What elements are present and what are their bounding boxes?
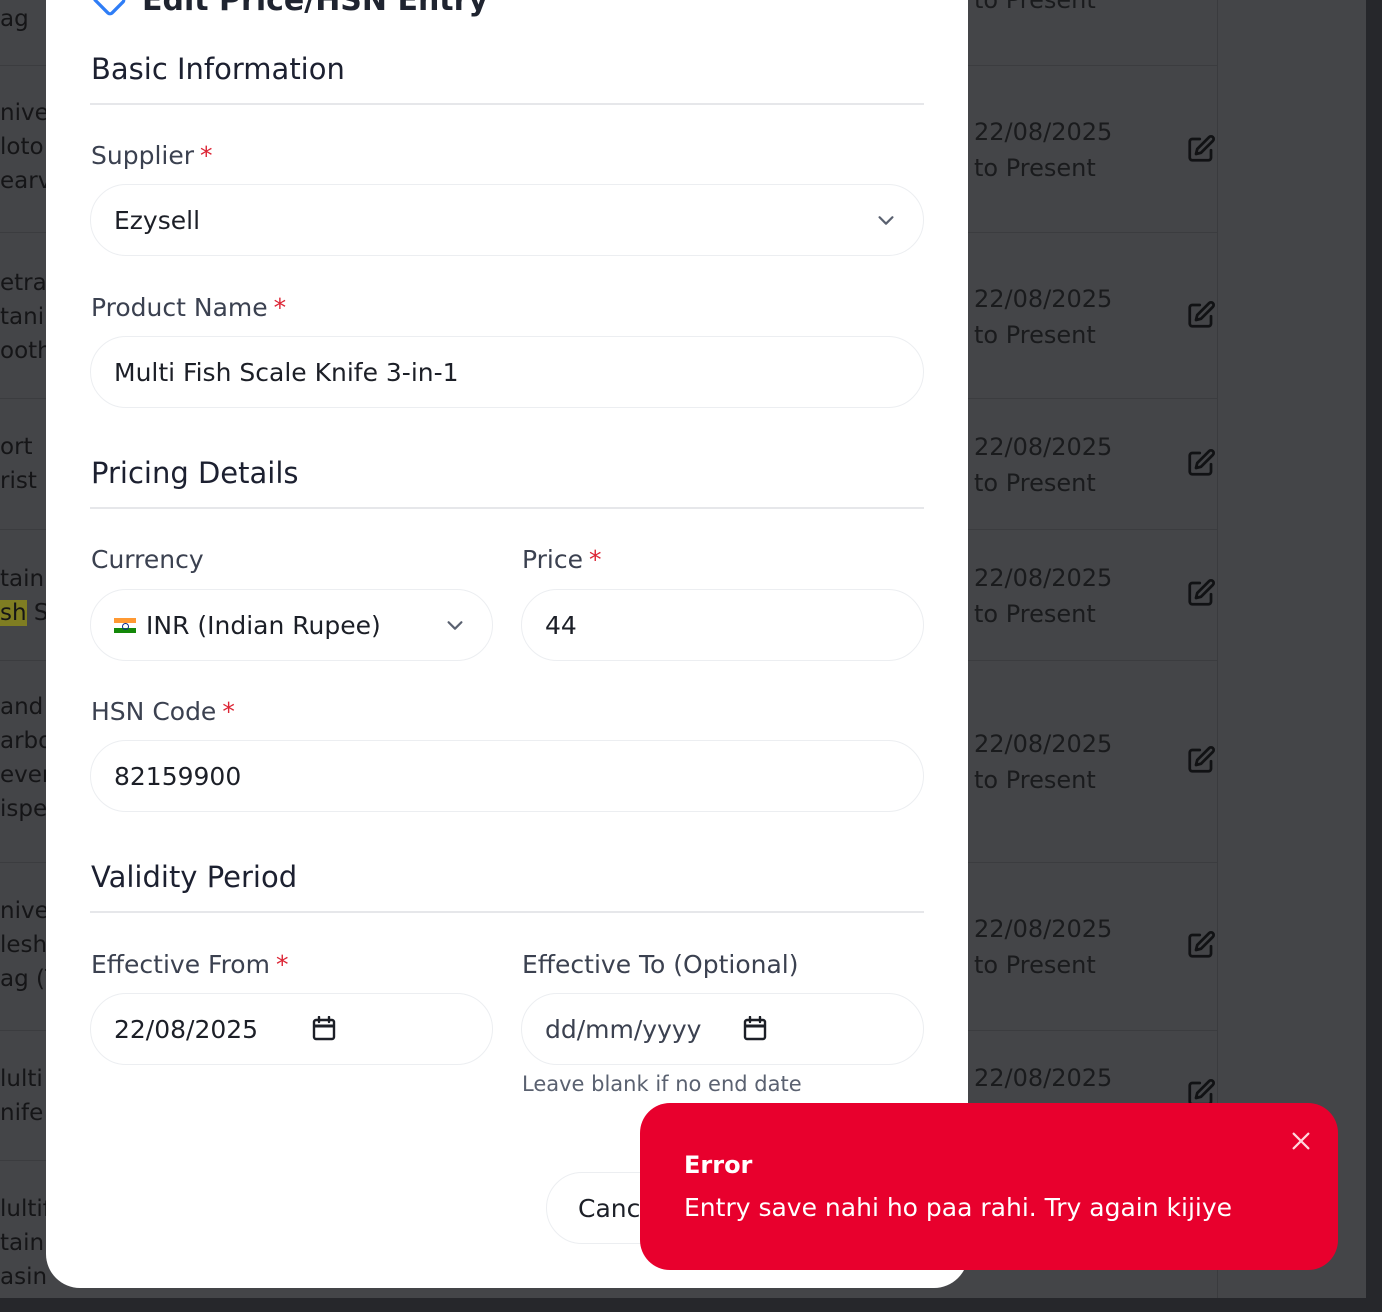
required-marker: * (200, 141, 213, 170)
effective-to-date-input[interactable]: dd/mm/yyyy (521, 993, 924, 1065)
supplier-select[interactable]: Ezysell (90, 184, 924, 256)
validity-text: to Present (974, 0, 1096, 14)
supplier-value: Ezysell (114, 205, 201, 235)
price-input[interactable]: 44 (521, 589, 924, 661)
edit-icon[interactable] (1186, 300, 1216, 330)
edit-icon[interactable] (1186, 448, 1216, 478)
currency-label: Currency (91, 545, 204, 574)
toast-message: Entry save nahi ho paa rahi. Try again k… (684, 1193, 1233, 1222)
supplier-label: Supplier * (91, 141, 213, 170)
section-title-basic: Basic Information (91, 52, 345, 86)
effective-to-hint: Leave blank if no end date (522, 1072, 802, 1096)
hsn-code-value: 82159900 (114, 761, 242, 791)
product-name-value: Multi Fish Scale Knife 3-in-1 (114, 357, 459, 387)
section-divider (90, 103, 924, 105)
edit-icon[interactable] (1186, 134, 1216, 164)
effective-to-placeholder: dd/mm/yyyy (545, 1014, 702, 1044)
edit-icon[interactable] (1186, 745, 1216, 775)
validity-text: 22/08/2025 to Present (974, 285, 1113, 349)
required-marker: * (275, 950, 289, 979)
effective-from-value: 22/08/2025 (114, 1014, 259, 1044)
section-title-validity: Validity Period (91, 860, 298, 894)
validity-text: 22/08/2025 to Present (974, 915, 1113, 979)
error-toast: Error Entry save nahi ho paa rahi. Try a… (640, 1103, 1338, 1270)
required-marker: * (273, 293, 287, 322)
validity-text: 22/08/2025 (974, 1064, 1113, 1092)
window-edge (1366, 0, 1382, 1312)
effective-to-label: Effective To (Optional) (522, 950, 799, 979)
edit-icon[interactable] (1186, 578, 1216, 608)
price-value: 44 (545, 610, 577, 640)
validity-text: 22/08/2025 to Present (974, 564, 1113, 628)
required-marker: * (589, 545, 602, 574)
calendar-icon[interactable] (743, 1016, 767, 1042)
effective-from-label: Effective From * (91, 950, 289, 979)
modal-title-text: Edit Price/HSN Entry (142, 0, 488, 18)
validity-text: 22/08/2025 to Present (974, 118, 1113, 182)
currency-value: INR (Indian Rupee) (146, 610, 381, 640)
toast-title: Error (684, 1151, 753, 1179)
calendar-icon[interactable] (312, 1016, 336, 1042)
validity-text: 22/08/2025 to Present (974, 730, 1113, 794)
validity-text: 22/08/2025 to Present (974, 433, 1113, 497)
required-marker: * (222, 697, 235, 726)
tag-icon (93, 0, 126, 16)
hsn-code-label: HSN Code * (91, 697, 235, 726)
window-edge (0, 1298, 1382, 1312)
chevron-down-icon (878, 216, 894, 225)
effective-from-date-input[interactable]: 22/08/2025 (90, 993, 493, 1065)
section-divider (90, 911, 924, 913)
close-icon[interactable] (1290, 1130, 1312, 1152)
price-label: Price * (522, 545, 602, 574)
currency-select[interactable]: INR (Indian Rupee) (90, 589, 493, 661)
edit-icon[interactable] (1186, 930, 1216, 960)
product-name-label: Product Name * (91, 293, 287, 322)
chevron-down-icon (447, 621, 463, 630)
hsn-code-input[interactable]: 82159900 (90, 740, 924, 812)
section-divider (90, 507, 924, 509)
background-product-column: ag nive loto earv etra tani ooth ort rist tai… (0, 0, 59, 1298)
product-name-input[interactable]: Multi Fish Scale Knife 3-in-1 (90, 336, 924, 408)
india-flag-icon (114, 617, 136, 633)
modal-title: Edit Price/HSN Entry (92, 0, 488, 18)
section-title-pricing: Pricing Details (91, 456, 299, 490)
